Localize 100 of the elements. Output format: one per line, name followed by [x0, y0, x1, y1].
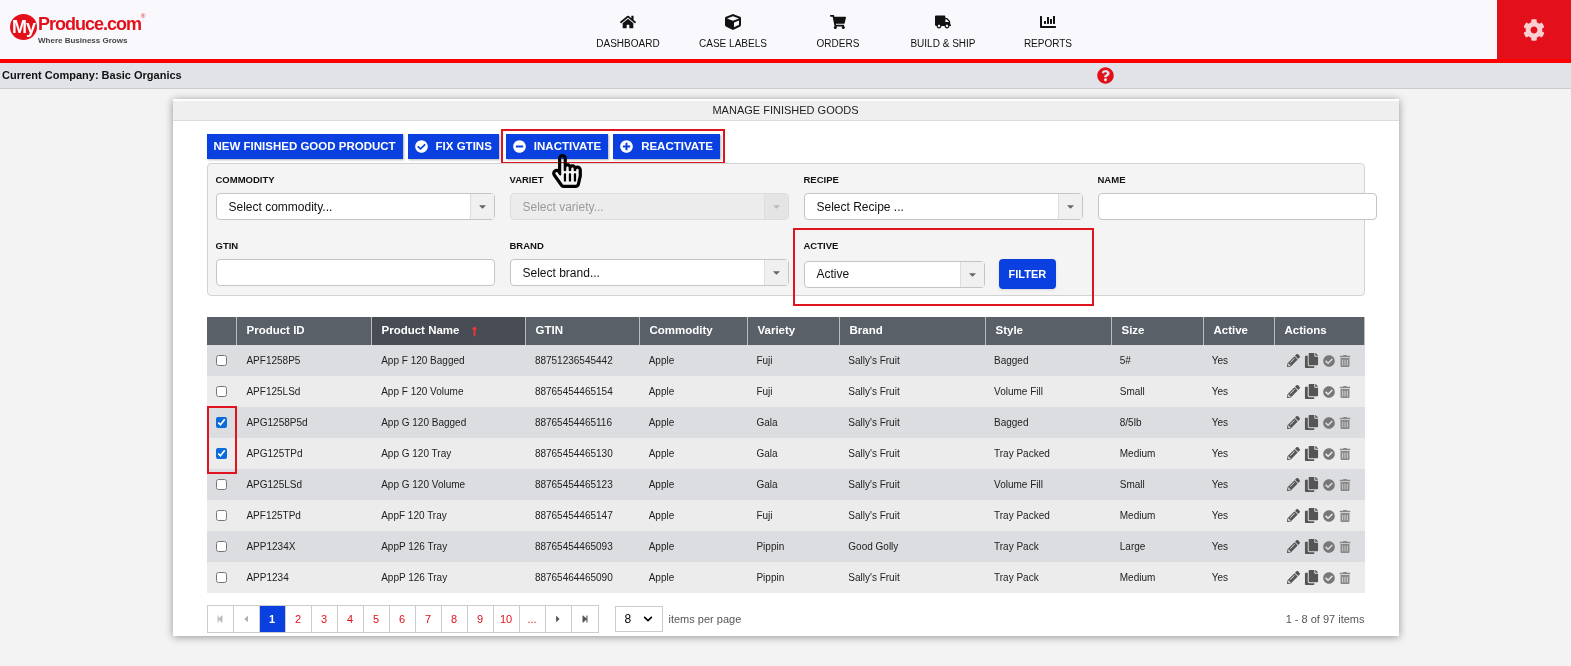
- table-row[interactable]: APP1234 AppP 126 Tray 88765464465090 Apple Pippin Sally's Fruit Tray Pack Medium Yes: [206, 562, 1365, 593]
- row-checkbox[interactable]: [215, 448, 227, 459]
- edit-icon[interactable]: [1286, 509, 1300, 522]
- action-button[interactable]: INACTIVATE: [505, 134, 609, 159]
- row-checkbox[interactable]: [215, 417, 227, 428]
- filter-button[interactable]: FILTER: [998, 259, 1057, 289]
- page-button[interactable]: 4: [337, 606, 364, 632]
- table-cell-text: 88765464465090: [533, 571, 614, 585]
- select-field[interactable]: Select commodity...: [215, 193, 495, 220]
- table-cell-text: Yes: [1210, 571, 1229, 585]
- field-label: RECIPE: [803, 173, 840, 185]
- text-field[interactable]: [1097, 193, 1377, 220]
- chevron-icon: [642, 614, 653, 624]
- page-button[interactable]: 7: [415, 606, 442, 632]
- trash-icon[interactable]: [1338, 540, 1351, 553]
- nav-item[interactable]: REPORTS: [995, 14, 1101, 52]
- column-header[interactable]: Product Name: [371, 317, 526, 345]
- edit-icon[interactable]: [1286, 447, 1300, 460]
- row-checkbox[interactable]: [215, 572, 227, 583]
- nav-item[interactable]: BUILD & SHIP: [890, 14, 996, 52]
- page-button[interactable]: 9: [467, 606, 494, 632]
- row-checkbox[interactable]: [215, 510, 227, 521]
- copy-icon[interactable]: [1303, 539, 1319, 554]
- copy-icon[interactable]: [1303, 477, 1319, 492]
- trash-icon[interactable]: [1338, 509, 1351, 522]
- text-field[interactable]: [215, 259, 495, 286]
- table-row[interactable]: APF125LSd App F 120 Volume 88765454465154 Apple Fuji Sally's Fruit Volume Fill Small Yes: [206, 376, 1365, 407]
- select-field[interactable]: Select brand...: [509, 259, 789, 286]
- table-cell-text: 88751236545442: [533, 354, 614, 368]
- table-cell-text: APP1234X: [245, 540, 297, 554]
- table-cell-text: APG1258P5d: [245, 416, 309, 430]
- page-button[interactable]: 8: [441, 606, 468, 632]
- table-cell-text: Yes: [1210, 478, 1229, 492]
- copy-icon[interactable]: [1303, 446, 1319, 461]
- per-page-select[interactable]: 8: [614, 606, 663, 632]
- page-button[interactable]: 2: [285, 606, 312, 632]
- table-row[interactable]: APG125TPd App G 120 Tray 88765454465130 Apple Gala Sally's Fruit Tray Packed Medium Yes: [206, 438, 1365, 469]
- table-row[interactable]: APG125LSd App G 120 Volume 88765454465123 Apple Gala Sally's Fruit Volume Fill Small Yes: [206, 469, 1365, 500]
- row-checkbox[interactable]: [215, 541, 227, 552]
- row-checkbox[interactable]: [215, 355, 227, 366]
- copy-icon[interactable]: [1303, 508, 1319, 523]
- table-cell-text: Tray Packed: [993, 509, 1051, 523]
- edit-icon[interactable]: [1286, 416, 1300, 429]
- row-checkbox[interactable]: [215, 479, 227, 490]
- table-cell-text: APG125LSd: [245, 478, 304, 492]
- table-cell-text: Yes: [1210, 416, 1229, 430]
- nav-item[interactable]: ORDERS: [785, 14, 891, 52]
- table-cell-text: 88765454465123: [533, 478, 614, 492]
- settings-button[interactable]: [1497, 0, 1571, 59]
- trash-icon[interactable]: [1338, 478, 1351, 491]
- page-button[interactable]: ...: [519, 606, 546, 632]
- nav-item[interactable]: DASHBOARD: [575, 14, 681, 52]
- select-text: Select variety...: [521, 198, 605, 216]
- trash-icon[interactable]: [1338, 354, 1351, 367]
- page-button[interactable]: 10: [493, 606, 520, 632]
- table-cell-text: Tray Packed: [993, 447, 1051, 461]
- company-label: Current Company: Basic Organics: [2, 68, 183, 84]
- field-label: COMMODITY: [215, 173, 276, 185]
- table-row[interactable]: APG1258P5d App G 120 Bagged 88765454465116 Apple Gala Sally's Fruit Bagged 8/5lb Yes: [206, 407, 1365, 438]
- copy-icon[interactable]: [1303, 415, 1319, 430]
- help-icon[interactable]: [1097, 67, 1114, 84]
- trash-icon[interactable]: [1338, 571, 1351, 584]
- action-button[interactable]: REACTIVATE: [613, 134, 720, 159]
- edit-icon[interactable]: [1286, 478, 1300, 491]
- row-checkbox[interactable]: [215, 386, 227, 397]
- table-cell-text: Gala: [755, 478, 779, 492]
- edit-icon[interactable]: [1286, 385, 1300, 398]
- select-field[interactable]: Select Recipe ...: [803, 193, 1083, 220]
- trash-icon[interactable]: [1338, 416, 1351, 429]
- select-field[interactable]: Active: [803, 260, 985, 288]
- table-cell-text: Volume Fill: [993, 385, 1044, 399]
- copy-icon[interactable]: [1303, 353, 1319, 368]
- nav-item[interactable]: CASE LABELS: [680, 14, 786, 52]
- table-cell-text: Apple: [647, 478, 676, 492]
- trash-icon[interactable]: [1338, 385, 1351, 398]
- page-button[interactable]: 1: [259, 606, 286, 632]
- table-row[interactable]: APP1234X AppP 126 Tray 88765454465093 Apple Pippin Good Golly Tray Pack Large Yes: [206, 531, 1365, 562]
- table-row[interactable]: APF125TPd AppF 120 Tray 88765454465147 Apple Fuji Sally's Fruit Tray Packed Medium Yes: [206, 500, 1365, 531]
- copy-icon[interactable]: [1303, 384, 1319, 399]
- table-cell-text: Yes: [1210, 447, 1229, 461]
- copy-icon[interactable]: [1303, 570, 1319, 585]
- table-cell-text: 88765454465147: [533, 509, 614, 523]
- page-button[interactable]: 6: [389, 606, 416, 632]
- last-page-icon: [580, 615, 589, 623]
- action-button[interactable]: FIX GTINS: [407, 134, 499, 159]
- field-label: BRAND: [509, 239, 545, 251]
- field-label: GTIN: [215, 239, 240, 251]
- table-row[interactable]: APF1258P5 App F 120 Bagged 88751236545442 Apple Fuji Sally's Fruit Bagged 5# Yes: [206, 345, 1365, 376]
- edit-icon[interactable]: [1286, 540, 1300, 553]
- table-cell-text: AppP 126 Tray: [380, 540, 449, 554]
- page-button[interactable]: 5: [363, 606, 390, 632]
- page-button[interactable]: 3: [311, 606, 338, 632]
- edit-icon[interactable]: [1286, 571, 1300, 584]
- table-cell-text: APF1258P5: [245, 354, 302, 368]
- trash-icon[interactable]: [1338, 447, 1351, 460]
- table-cell-text: Medium: [1118, 571, 1157, 585]
- items-summary: 1 - 8 of 97 items: [1285, 611, 1365, 627]
- edit-icon[interactable]: [1286, 354, 1300, 367]
- action-button[interactable]: NEW FINISHED GOOD PRODUCT: [206, 134, 403, 159]
- table-cell-text: 88765454465093: [533, 540, 614, 554]
